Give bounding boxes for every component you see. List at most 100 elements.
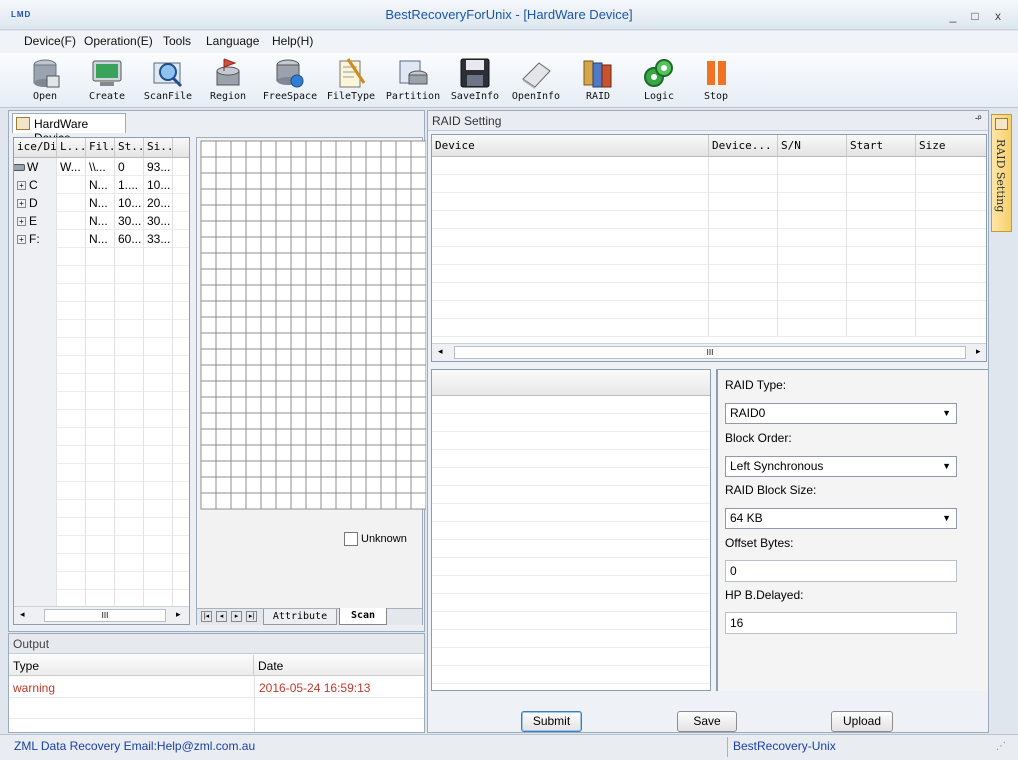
block-order-select[interactable]: Left Synchronous ▼ (725, 456, 957, 477)
sector-cell (350, 220, 367, 238)
column-header[interactable]: Device (432, 135, 709, 157)
tab-attribute[interactable]: Attribute (263, 609, 337, 625)
first-page-icon[interactable]: |◂ (201, 611, 212, 622)
device-hscroll[interactable]: ◂ III ▸ (14, 606, 189, 624)
tab-scan[interactable]: Scan (339, 608, 387, 625)
maximize-button[interactable]: □ (967, 9, 983, 23)
raid-type-label: RAID Type: (725, 378, 787, 392)
expand-icon[interactable]: + (17, 217, 26, 227)
scroll-left-icon[interactable]: ◂ (20, 609, 25, 620)
upload-button[interactable]: Upload (831, 711, 893, 732)
minimize-button[interactable]: _ (945, 9, 961, 23)
menu-tools[interactable]: Tools (163, 34, 191, 48)
tab-hardware-device[interactable]: HardWare Device (12, 113, 126, 145)
menu-operation[interactable]: Operation(E) (84, 34, 153, 48)
empty-row (14, 302, 189, 320)
sector-cell (215, 460, 232, 478)
device-row[interactable]: + C N... 1.... 10... (14, 176, 189, 194)
column-header[interactable]: ice/Dis (14, 138, 57, 158)
output-row[interactable]: warning 2016-05-24 16:59:13 (9, 677, 424, 698)
column-header[interactable]: L... (57, 138, 86, 158)
device-cell: W... (57, 158, 86, 176)
device-row[interactable]: W W... \\... 0 93... (14, 158, 189, 176)
sector-cell (335, 220, 352, 238)
raid-type-select[interactable]: RAID0 ▼ (725, 403, 957, 424)
scan-tab-strip: |◂ ◂ ▸ ▸| Attribute Scan (197, 608, 422, 625)
column-header-date[interactable]: Date (258, 659, 283, 673)
sector-cell (380, 492, 397, 510)
scroll-right-icon[interactable]: ▸ (176, 609, 181, 620)
sector-cell (320, 460, 337, 478)
sector-cell (395, 444, 412, 462)
sector-cell (350, 444, 367, 462)
column-header[interactable]: St... (115, 138, 144, 158)
resize-grip-icon[interactable]: ⋰ (996, 741, 1006, 752)
scroll-thumb[interactable]: III (454, 346, 966, 359)
unknown-checkbox[interactable] (344, 532, 358, 546)
saveinfo-button[interactable]: SaveInfo (444, 55, 506, 107)
scroll-left-icon[interactable]: ◂ (438, 346, 443, 357)
sector-cell (275, 396, 292, 414)
menu-device[interactable]: Device(F) (24, 34, 76, 48)
sector-cell (395, 412, 412, 430)
column-header[interactable]: Fil... (86, 138, 115, 158)
last-page-icon[interactable]: ▸| (246, 611, 257, 622)
hp-delayed-label: HP B.Delayed: (725, 588, 804, 602)
raid-setting-side-tab[interactable]: RAID Setting (991, 114, 1012, 232)
sector-cell (335, 396, 352, 414)
close-button[interactable]: x (990, 9, 1006, 23)
column-header[interactable]: Si... (144, 138, 173, 158)
column-header[interactable]: Device... (709, 135, 778, 157)
raid-settings-form: RAID Type: RAID0 ▼ Block Order: Left Syn… (716, 369, 988, 691)
open-button[interactable]: Open (14, 55, 76, 107)
logic-icon (644, 59, 673, 87)
sector-cell (290, 348, 307, 366)
filetype-button[interactable]: FileType (320, 55, 382, 107)
column-header-type[interactable]: Type (13, 659, 39, 673)
create-button[interactable]: Create (76, 55, 138, 107)
sector-cell (365, 204, 382, 222)
raid-button[interactable]: RAID (567, 55, 629, 107)
submit-button[interactable]: Submit (521, 711, 582, 732)
openinfo-button[interactable]: OpenInfo (505, 55, 567, 107)
freespace-button[interactable]: FreeSpace (259, 55, 321, 107)
scanfile-button[interactable]: ScanFile (137, 55, 199, 107)
device-row[interactable]: + D N... 10... 20... (14, 194, 189, 212)
sector-cell (290, 476, 307, 494)
menu-language[interactable]: Language (206, 34, 259, 48)
expand-icon[interactable]: + (17, 199, 26, 209)
device-row[interactable]: + F: N... 60... 33... (14, 230, 189, 248)
offset-bytes-input[interactable]: 0 (725, 560, 957, 582)
pin-icon[interactable]: -ᵖ (975, 113, 981, 123)
scroll-thumb[interactable]: III (44, 609, 166, 622)
prev-page-icon[interactable]: ◂ (216, 611, 227, 622)
sector-cell (275, 140, 292, 158)
sector-cell (365, 364, 382, 382)
next-page-icon[interactable]: ▸ (231, 611, 242, 622)
stop-button[interactable]: Stop (685, 55, 747, 107)
scroll-right-icon[interactable]: ▸ (976, 346, 981, 357)
column-header[interactable]: Start (847, 135, 916, 157)
expand-icon[interactable]: + (17, 181, 26, 191)
sector-cell (245, 460, 262, 478)
block-size-select[interactable]: 64 KB ▼ (725, 508, 957, 529)
raid-hscroll[interactable]: ◂ III ▸ (432, 343, 986, 361)
column-header[interactable]: Size (916, 135, 986, 157)
column-header[interactable]: S/N (778, 135, 847, 157)
hp-delayed-input[interactable]: 16 (725, 612, 957, 634)
logic-button[interactable]: Logic (628, 55, 690, 107)
sector-cell (320, 444, 337, 462)
expand-icon[interactable]: + (17, 235, 26, 245)
sector-cell (275, 348, 292, 366)
partition-button[interactable]: Partition (382, 55, 444, 107)
sector-cell (380, 348, 397, 366)
menu-help[interactable]: Help(H) (272, 34, 313, 48)
device-row[interactable]: + E N... 30... 30... (14, 212, 189, 230)
region-button[interactable]: Region (197, 55, 259, 107)
sector-cell (245, 140, 262, 158)
sector-cell (290, 268, 307, 286)
sector-cell (365, 220, 382, 238)
save-button[interactable]: Save (677, 711, 737, 732)
sector-cell (245, 220, 262, 238)
sector-cell (395, 268, 412, 286)
